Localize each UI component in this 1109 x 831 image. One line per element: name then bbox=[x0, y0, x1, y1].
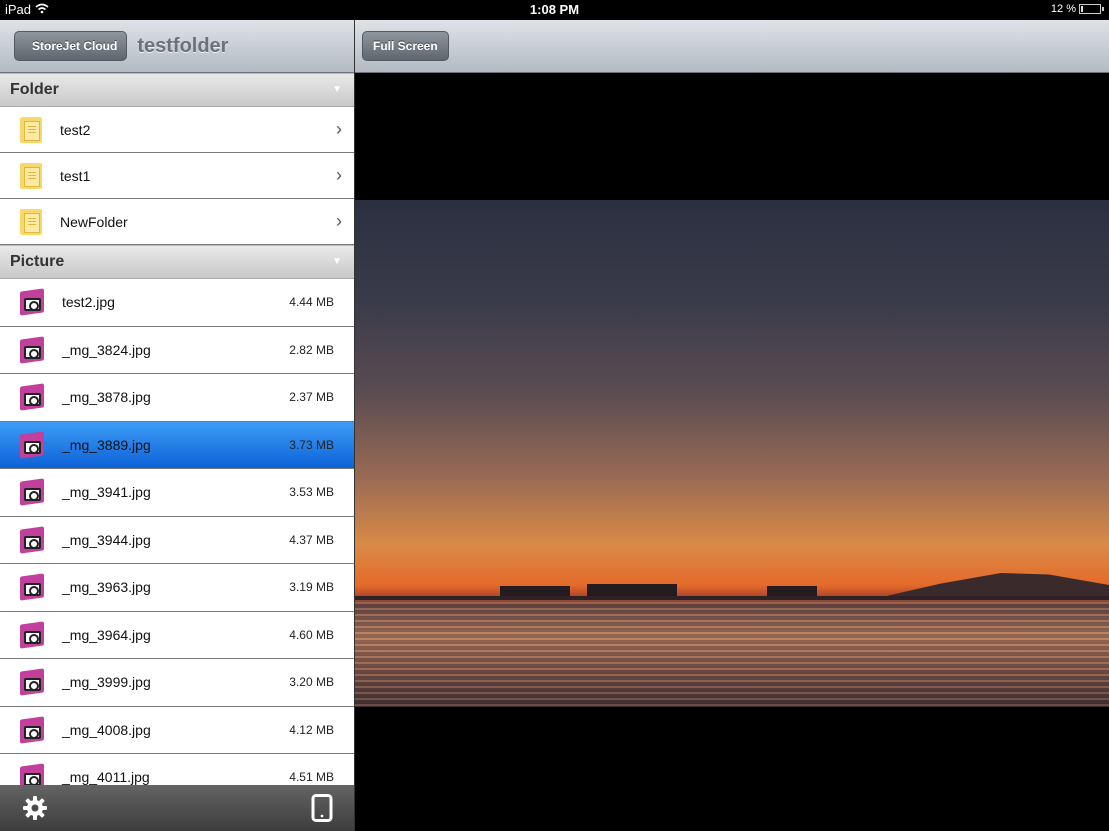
file-size: 3.53 MB bbox=[289, 485, 334, 500]
picture-section-header[interactable]: Picture ▼ bbox=[0, 245, 354, 279]
battery-icon bbox=[1079, 4, 1104, 14]
picture-file-icon bbox=[20, 478, 44, 506]
folder-icon bbox=[20, 162, 42, 189]
picture-row[interactable]: _mg_3999.jpg 3.20 MB bbox=[0, 659, 354, 707]
file-name: _mg_4011.jpg bbox=[62, 769, 150, 786]
picture-list: test2.jpg 4.44 MB _mg_3824.jpg 2.82 MB _mg_3… bbox=[0, 279, 354, 802]
picture-row[interactable]: _mg_3878.jpg 2.37 MB bbox=[0, 374, 354, 422]
file-size: 4.44 MB bbox=[289, 295, 334, 310]
photo-ship bbox=[767, 586, 817, 596]
photo-ship bbox=[500, 586, 570, 596]
image-viewer-panel: Full Screen bbox=[355, 20, 1109, 831]
file-name: _mg_3878.jpg bbox=[62, 389, 151, 406]
file-name: _mg_3944.jpg bbox=[62, 531, 151, 548]
file-browser-panel: StoreJet Cloud testfolder Folder ▼ test2… bbox=[0, 20, 355, 831]
file-name: _mg_3963.jpg bbox=[62, 579, 151, 596]
file-size: 4.60 MB bbox=[289, 627, 334, 642]
file-name: _mg_3889.jpg bbox=[62, 436, 151, 453]
file-name: _mg_3999.jpg bbox=[62, 674, 151, 691]
folder-list: test2 › test1 › NewFolder › bbox=[0, 107, 354, 245]
picture-row[interactable]: _mg_3964.jpg 4.60 MB bbox=[0, 612, 354, 659]
device-icon[interactable] bbox=[311, 794, 333, 822]
picture-file-icon bbox=[20, 288, 44, 316]
photo-shoreline bbox=[355, 596, 1109, 600]
chevron-right-icon: › bbox=[336, 211, 342, 231]
folder-row[interactable]: test1 › bbox=[0, 153, 354, 199]
left-navbar: StoreJet Cloud testfolder bbox=[0, 20, 354, 73]
file-size: 4.37 MB bbox=[289, 532, 334, 547]
collapse-icon: ▼ bbox=[332, 256, 342, 267]
folder-name: NewFolder bbox=[60, 213, 128, 230]
picture-row[interactable]: _mg_3941.jpg 3.53 MB bbox=[0, 469, 354, 517]
file-name: _mg_4008.jpg bbox=[62, 721, 151, 738]
file-size: 3.19 MB bbox=[289, 580, 334, 595]
sunset-photo[interactable] bbox=[355, 200, 1109, 707]
file-name: _mg_3941.jpg bbox=[62, 484, 151, 501]
photo-water bbox=[355, 602, 1109, 707]
picture-row[interactable]: _mg_3944.jpg 4.37 MB bbox=[0, 517, 354, 564]
file-size: 2.37 MB bbox=[289, 390, 334, 405]
file-name: _mg_3824.jpg bbox=[62, 341, 151, 358]
file-size: 4.51 MB bbox=[289, 770, 334, 785]
file-size: 4.12 MB bbox=[289, 722, 334, 737]
file-size: 3.73 MB bbox=[289, 437, 334, 452]
picture-file-icon bbox=[20, 573, 44, 601]
picture-row[interactable]: test2.jpg 4.44 MB bbox=[0, 279, 354, 327]
clock: 1:08 PM bbox=[529, 2, 580, 17]
back-button[interactable]: StoreJet Cloud bbox=[14, 31, 128, 61]
full-screen-button[interactable]: Full Screen bbox=[362, 31, 449, 61]
folder-row[interactable]: test2 › bbox=[0, 107, 354, 153]
picture-row[interactable]: _mg_3824.jpg 2.82 MB bbox=[0, 327, 354, 374]
status-bar: iPad 1:08 PM 12 % bbox=[0, 0, 1109, 20]
chevron-right-icon: › bbox=[336, 165, 342, 185]
battery-percent: 12 % bbox=[1050, 3, 1076, 15]
file-size: 3.20 MB bbox=[289, 675, 334, 690]
bottom-toolbar bbox=[0, 785, 354, 831]
right-navbar: Full Screen bbox=[355, 20, 1109, 73]
picture-file-icon bbox=[20, 336, 44, 364]
picture-file-icon bbox=[20, 431, 44, 459]
gear-icon[interactable] bbox=[22, 795, 48, 821]
chevron-right-icon: › bbox=[336, 119, 342, 139]
page-title: testfolder bbox=[137, 34, 229, 57]
folder-row[interactable]: NewFolder › bbox=[0, 199, 354, 245]
photo-ship bbox=[587, 584, 677, 596]
picture-file-icon bbox=[20, 526, 44, 554]
file-size: 2.82 MB bbox=[289, 342, 334, 357]
picture-file-icon bbox=[20, 716, 44, 744]
picture-file-icon bbox=[20, 668, 44, 696]
section-title: Folder bbox=[10, 81, 59, 98]
folder-name: test2 bbox=[60, 121, 91, 138]
picture-row[interactable]: _mg_3889.jpg 3.73 MB bbox=[0, 421, 354, 469]
folder-icon bbox=[20, 208, 42, 235]
collapse-icon: ▼ bbox=[332, 84, 342, 95]
picture-row[interactable]: _mg_4008.jpg 4.12 MB bbox=[0, 707, 354, 754]
folder-name: test1 bbox=[60, 167, 91, 184]
picture-file-icon bbox=[20, 621, 44, 649]
picture-row[interactable]: _mg_3963.jpg 3.19 MB bbox=[0, 564, 354, 612]
section-title: Picture bbox=[10, 253, 65, 270]
picture-file-icon bbox=[20, 383, 44, 411]
folder-section-header[interactable]: Folder ▼ bbox=[0, 73, 354, 107]
folder-icon bbox=[20, 116, 42, 143]
file-name: _mg_3964.jpg bbox=[62, 626, 151, 643]
file-name: test2.jpg bbox=[62, 294, 115, 311]
